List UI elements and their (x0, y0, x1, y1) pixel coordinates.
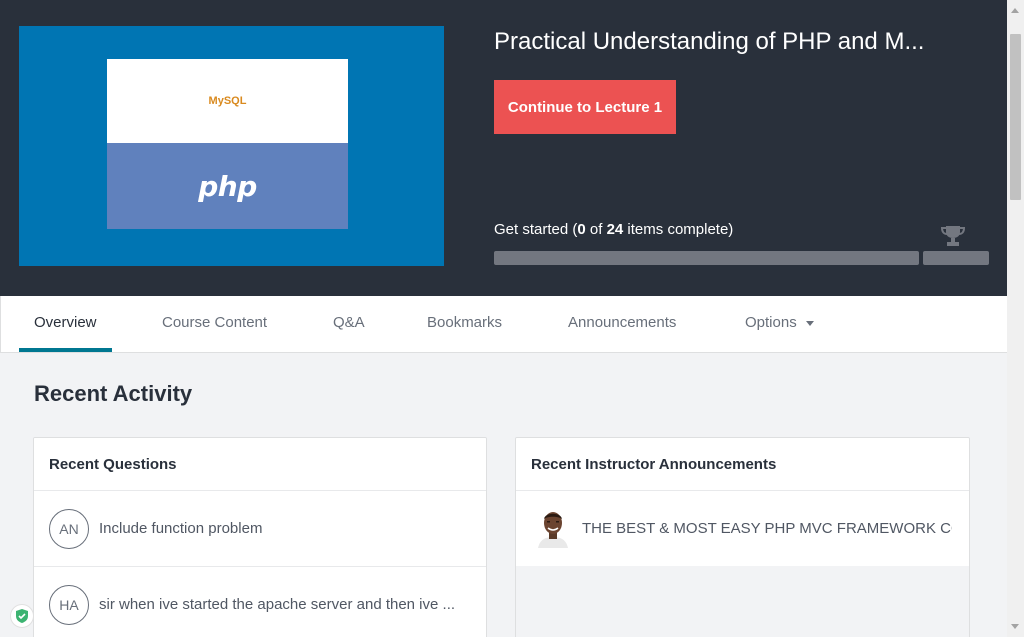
course-hero: MySQL php Practical Understanding of PHP… (0, 0, 1007, 296)
tab-label: Bookmarks (427, 314, 503, 331)
tab-qa[interactable]: Q&A (333, 296, 365, 352)
page-scrollbar[interactable] (1007, 0, 1024, 637)
progress-text: Get started (0 of 24 items complete) (494, 221, 733, 238)
progress-bar (494, 251, 919, 265)
scroll-down-arrow[interactable] (1011, 624, 1019, 629)
shield-icon[interactable] (10, 604, 34, 628)
question-item[interactable]: AN Include function problem (34, 491, 486, 567)
progress-total: 24 (606, 221, 624, 238)
question-text: Include function problem (99, 520, 263, 537)
tab-options[interactable]: Options (745, 296, 814, 352)
tab-label: Q&A (333, 314, 365, 331)
question-text: sir when ive started the apache server a… (99, 596, 456, 613)
progress-completed: 0 (577, 221, 586, 238)
thumbnail-card: MySQL php (107, 59, 348, 229)
recent-announcements-title: Recent Instructor Announcements (516, 438, 969, 491)
progress-of: of (585, 221, 607, 238)
tab-course-content[interactable]: Course Content (162, 296, 267, 352)
continue-lecture-button[interactable]: Continue to Lecture 1 (494, 80, 676, 134)
thumbnail-top: MySQL (107, 59, 348, 143)
progress-prefix: Get started ( (494, 221, 578, 238)
tab-bookmarks[interactable]: Bookmarks (427, 296, 502, 352)
chevron-down-icon (805, 320, 814, 326)
recent-questions-panel: Recent Questions AN Include function pro… (33, 437, 487, 637)
avatar: HA (49, 585, 89, 625)
trophy-icon[interactable] (939, 224, 967, 253)
scroll-up-arrow[interactable] (1011, 8, 1019, 13)
course-thumbnail: MySQL php (19, 26, 444, 266)
announcement-text: THE BEST & MOST EASY PHP MVC FRAMEWORK C… (582, 520, 952, 537)
course-title: Practical Understanding of PHP and M... (494, 28, 925, 55)
progress-suffix: items complete) (623, 221, 734, 238)
tab-label: Overview (34, 314, 97, 331)
tab-label: Course Content (162, 314, 268, 331)
question-item[interactable]: HA sir when ive started the apache serve… (34, 567, 486, 637)
scroll-thumb[interactable] (1010, 34, 1021, 200)
course-tabs: Overview Course Content Q&A Bookmarks An… (0, 296, 1007, 353)
recent-questions-title: Recent Questions (34, 438, 486, 491)
announcement-item[interactable]: THE BEST & MOST EASY PHP MVC FRAMEWORK C… (516, 491, 969, 566)
mysql-logo: MySQL (208, 95, 247, 107)
avatar: AN (49, 509, 89, 549)
progress-certificate-segment (923, 251, 989, 265)
tab-label: Options (745, 314, 797, 331)
php-logo: php (198, 169, 257, 203)
recent-announcements-panel: Recent Instructor Announcements THE BEST… (515, 437, 970, 637)
thumbnail-bottom: php (107, 143, 348, 229)
recent-activity-title: Recent Activity (34, 381, 193, 406)
tab-overview[interactable]: Overview (19, 296, 112, 352)
tab-label: Announcements (568, 314, 677, 331)
instructor-avatar (536, 508, 570, 548)
tab-announcements[interactable]: Announcements (568, 296, 676, 352)
